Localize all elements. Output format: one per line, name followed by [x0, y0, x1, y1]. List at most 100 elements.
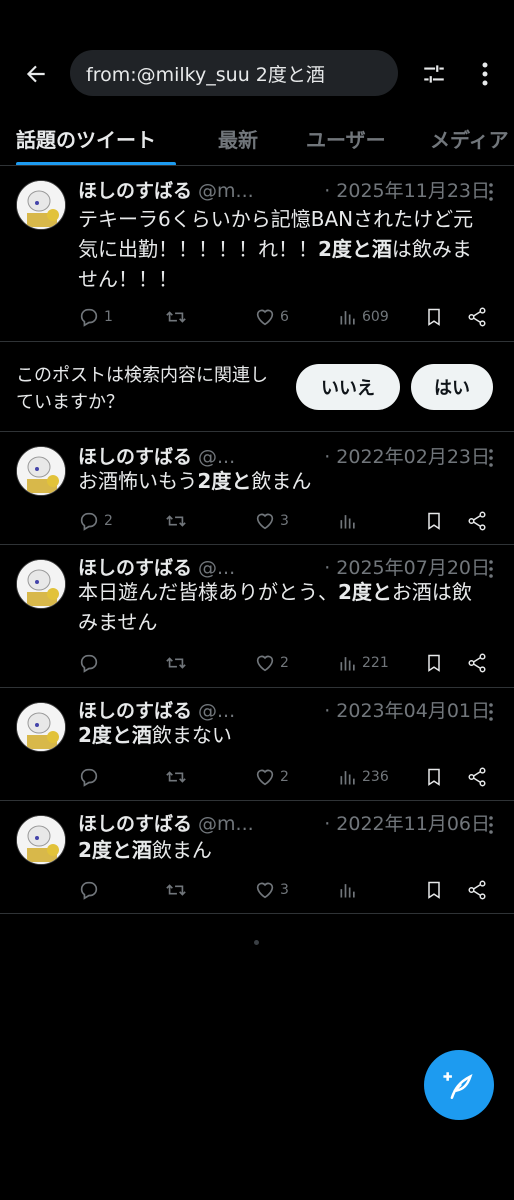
- like-button[interactable]: 2: [254, 762, 289, 792]
- share-button[interactable]: [466, 648, 488, 678]
- share-icon: [468, 511, 486, 531]
- author-name[interactable]: ほしのすばる: [78, 813, 192, 835]
- author-name[interactable]: ほしのすばる: [78, 700, 192, 722]
- avatar[interactable]: [16, 180, 66, 230]
- compose-post-button[interactable]: [424, 1050, 494, 1120]
- tab-latest[interactable]: 最新: [218, 124, 258, 153]
- back-arrow-icon: [26, 65, 45, 83]
- tab-media[interactable]: メディア: [430, 124, 509, 153]
- views-button[interactable]: [338, 506, 362, 536]
- reply-icon: [80, 512, 98, 531]
- tab-top[interactable]: 話題のツイート: [16, 124, 156, 153]
- bookmark-button[interactable]: [424, 875, 444, 905]
- author-name[interactable]: ほしのすばる: [78, 446, 192, 468]
- feather-plus-icon: [443, 1072, 473, 1100]
- tweet[interactable]: ほしのすばる @... · 2023年04月01日 2度と酒飲まない 2 236: [0, 688, 514, 801]
- top-bar: from:@milky_suu 2度と酒: [0, 0, 514, 110]
- avatar[interactable]: [16, 815, 66, 865]
- relevance-question: このポストは検索内容に関連していますか？: [16, 365, 268, 413]
- reply-icon: [80, 768, 98, 787]
- bookmark-button[interactable]: [424, 648, 444, 678]
- avatar-illustration-icon: [17, 181, 65, 229]
- retweet-icon: [166, 657, 186, 669]
- retweet-icon: [166, 771, 186, 783]
- heart-icon: [256, 655, 274, 672]
- bar-chart-icon: [340, 311, 355, 325]
- bookmark-button[interactable]: [424, 506, 444, 536]
- tweet-actions: 1 6 609: [78, 302, 498, 332]
- like-button[interactable]: 2: [254, 648, 289, 678]
- retweet-button[interactable]: [164, 762, 192, 792]
- bookmark-button[interactable]: [424, 762, 444, 792]
- tweet-menu-icon[interactable]: [486, 702, 496, 722]
- share-button[interactable]: [466, 302, 488, 332]
- reply-button[interactable]: [78, 648, 104, 678]
- like-button[interactable]: 6: [254, 302, 289, 332]
- reply-icon: [80, 881, 98, 900]
- reply-icon: [80, 654, 98, 673]
- tab-users[interactable]: ユーザー: [306, 124, 386, 153]
- avatar-illustration-icon: [17, 703, 65, 751]
- retweet-icon: [166, 515, 186, 527]
- tweet-text: テキーラ6くらいから記憶BANされたけど元気に出勤！！！！！れ！！2度と酒は飲み…: [78, 207, 474, 291]
- reply-button[interactable]: [78, 762, 104, 792]
- tweet-menu-icon[interactable]: [486, 815, 496, 835]
- bookmark-icon: [428, 308, 440, 326]
- avatar-illustration-icon: [17, 447, 65, 495]
- retweet-button[interactable]: [164, 506, 192, 536]
- reply-button[interactable]: 1: [78, 302, 113, 332]
- relevance-yes-button[interactable]: はい: [411, 364, 493, 410]
- heart-icon: [256, 309, 274, 326]
- share-button[interactable]: [466, 506, 488, 536]
- bar-chart-icon: [340, 771, 355, 785]
- bar-chart-icon: [340, 884, 355, 898]
- tweet-menu-icon[interactable]: [486, 559, 496, 579]
- retweet-button[interactable]: [164, 875, 192, 905]
- reply-button[interactable]: [78, 875, 104, 905]
- heart-icon: [256, 882, 274, 899]
- avatar[interactable]: [16, 446, 66, 496]
- retweet-button[interactable]: [164, 648, 192, 678]
- search-query: from:@milky_suu 2度と酒: [86, 63, 325, 86]
- bookmark-icon: [428, 654, 440, 672]
- views-button[interactable]: [338, 875, 362, 905]
- retweet-icon: [166, 311, 186, 323]
- search-tabs: 話題のツイート 最新 ユーザー メディア: [0, 110, 514, 166]
- reply-button[interactable]: 2: [78, 506, 113, 536]
- tweet-menu-icon[interactable]: [486, 182, 496, 202]
- back-button[interactable]: [18, 56, 54, 92]
- tweet[interactable]: ほしのすばる @... · 2025年07月20日 本日遊んだ皆様ありがとう、2度…: [0, 545, 514, 688]
- heart-icon: [256, 769, 274, 786]
- author-handle: @...: [198, 557, 236, 579]
- search-filter-button[interactable]: [414, 56, 454, 92]
- share-button[interactable]: [466, 875, 488, 905]
- tweet-text: 2度と酒飲まん: [78, 838, 212, 862]
- avatar-illustration-icon: [17, 816, 65, 864]
- tweet-date: · 2022年02月23日: [320, 442, 490, 469]
- tweet[interactable]: ほしのすばる @m... · 2025年11月23日 テキーラ6くらいから記憶BA…: [0, 166, 514, 342]
- tweet[interactable]: ほしのすばる @m... · 2022年11月06日 2度と酒飲まん 3: [0, 801, 514, 914]
- more-options-button[interactable]: [470, 56, 500, 92]
- bookmark-icon: [428, 768, 440, 786]
- avatar[interactable]: [16, 559, 66, 609]
- avatar-illustration-icon: [17, 560, 65, 608]
- views-button[interactable]: 221: [338, 648, 389, 678]
- tweet-menu-icon[interactable]: [486, 448, 496, 468]
- views-button[interactable]: 609: [338, 302, 389, 332]
- author-handle: @...: [198, 446, 236, 468]
- retweet-button[interactable]: [164, 302, 192, 332]
- author-name[interactable]: ほしのすばる: [78, 557, 192, 579]
- bookmark-button[interactable]: [424, 302, 444, 332]
- avatar[interactable]: [16, 702, 66, 752]
- views-button[interactable]: 236: [338, 762, 389, 792]
- share-button[interactable]: [466, 762, 488, 792]
- like-button[interactable]: 3: [254, 875, 289, 905]
- relevance-no-button[interactable]: いいえ: [296, 364, 400, 410]
- like-button[interactable]: 3: [254, 506, 289, 536]
- tweet-actions: 3: [78, 875, 498, 905]
- author-name[interactable]: ほしのすばる: [78, 180, 192, 202]
- share-icon: [468, 307, 486, 327]
- author-handle: @m...: [198, 813, 254, 835]
- search-input[interactable]: from:@milky_suu 2度と酒: [70, 50, 398, 96]
- tweet[interactable]: ほしのすばる @... · 2022年02月23日 お酒怖いもう2度と飲まん 2 …: [0, 432, 514, 545]
